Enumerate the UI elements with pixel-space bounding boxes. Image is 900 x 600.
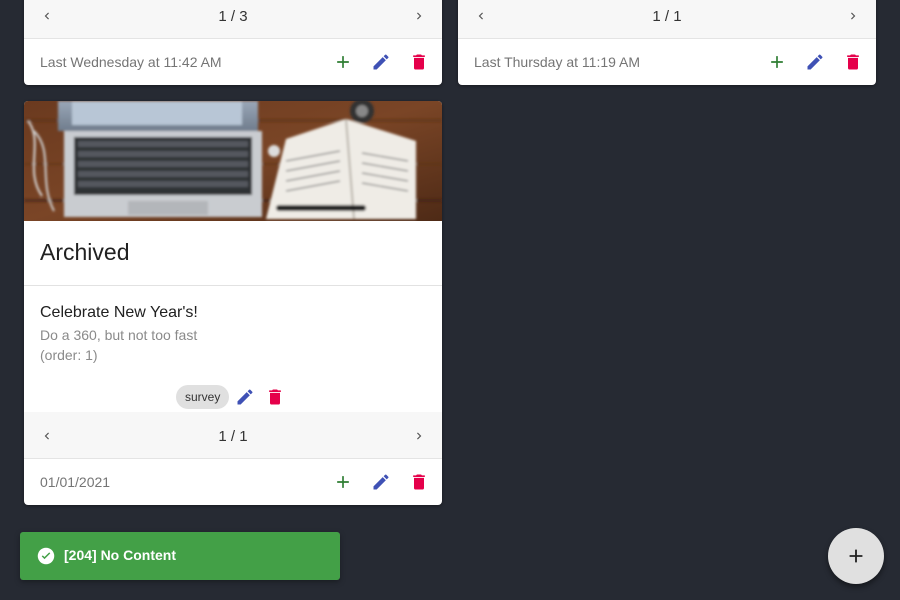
- toast-message: [204] No Content: [64, 547, 176, 563]
- card-3-footer: 01/01/2021: [24, 459, 442, 505]
- card-3-pager: 1 / 1: [24, 412, 442, 459]
- add-icon[interactable]: [329, 468, 357, 496]
- chevron-right-icon[interactable]: [407, 420, 431, 452]
- check-circle-icon: [37, 547, 55, 565]
- delete-trash-icon[interactable]: [261, 383, 289, 411]
- card-2: 1 / 1 Last Thursday at 11:19 AM: [458, 0, 876, 85]
- card-2-page-count: 1 / 1: [652, 8, 682, 25]
- card-2-timestamp: Last Thursday at 11:19 AM: [474, 54, 641, 70]
- item-description: Do a 360, but not too fast: [40, 327, 198, 343]
- card-1: 1 / 3 Last Wednesday at 11:42 AM: [24, 0, 442, 85]
- edit-pencil-icon[interactable]: [801, 48, 829, 76]
- edit-pencil-icon[interactable]: [231, 383, 259, 411]
- card-2-pager: 1 / 1: [458, 0, 876, 39]
- delete-trash-icon[interactable]: [405, 468, 433, 496]
- chevron-right-icon[interactable]: [407, 0, 431, 32]
- card-hero-image: [24, 101, 442, 221]
- item-order: (order: 1): [40, 347, 98, 363]
- card-3-page-count: 1 / 1: [218, 428, 248, 445]
- card-1-page-count: 1 / 3: [218, 8, 248, 25]
- card-2-footer: Last Thursday at 11:19 AM: [458, 39, 876, 85]
- delete-trash-icon[interactable]: [405, 48, 433, 76]
- chevron-right-icon[interactable]: [841, 0, 865, 32]
- card-title: Archived: [40, 239, 130, 265]
- card-archived: Archived Celebrate New Year's! Do a 360,…: [24, 101, 442, 505]
- add-fab-button[interactable]: [828, 528, 884, 584]
- add-icon[interactable]: [763, 48, 791, 76]
- card-divider: [24, 285, 442, 286]
- success-toast: [204] No Content: [20, 532, 340, 580]
- delete-trash-icon[interactable]: [839, 48, 867, 76]
- edit-pencil-icon[interactable]: [367, 468, 395, 496]
- add-icon[interactable]: [329, 48, 357, 76]
- tag-chip-survey[interactable]: survey: [176, 385, 230, 409]
- card-1-pager: 1 / 3: [24, 0, 442, 39]
- card-1-footer: Last Wednesday at 11:42 AM: [24, 39, 442, 85]
- edit-pencil-icon[interactable]: [367, 48, 395, 76]
- item-title: Celebrate New Year's!: [40, 304, 198, 321]
- card-1-timestamp: Last Wednesday at 11:42 AM: [40, 54, 222, 70]
- plus-icon: [845, 545, 867, 567]
- card-3-timestamp: 01/01/2021: [40, 474, 111, 490]
